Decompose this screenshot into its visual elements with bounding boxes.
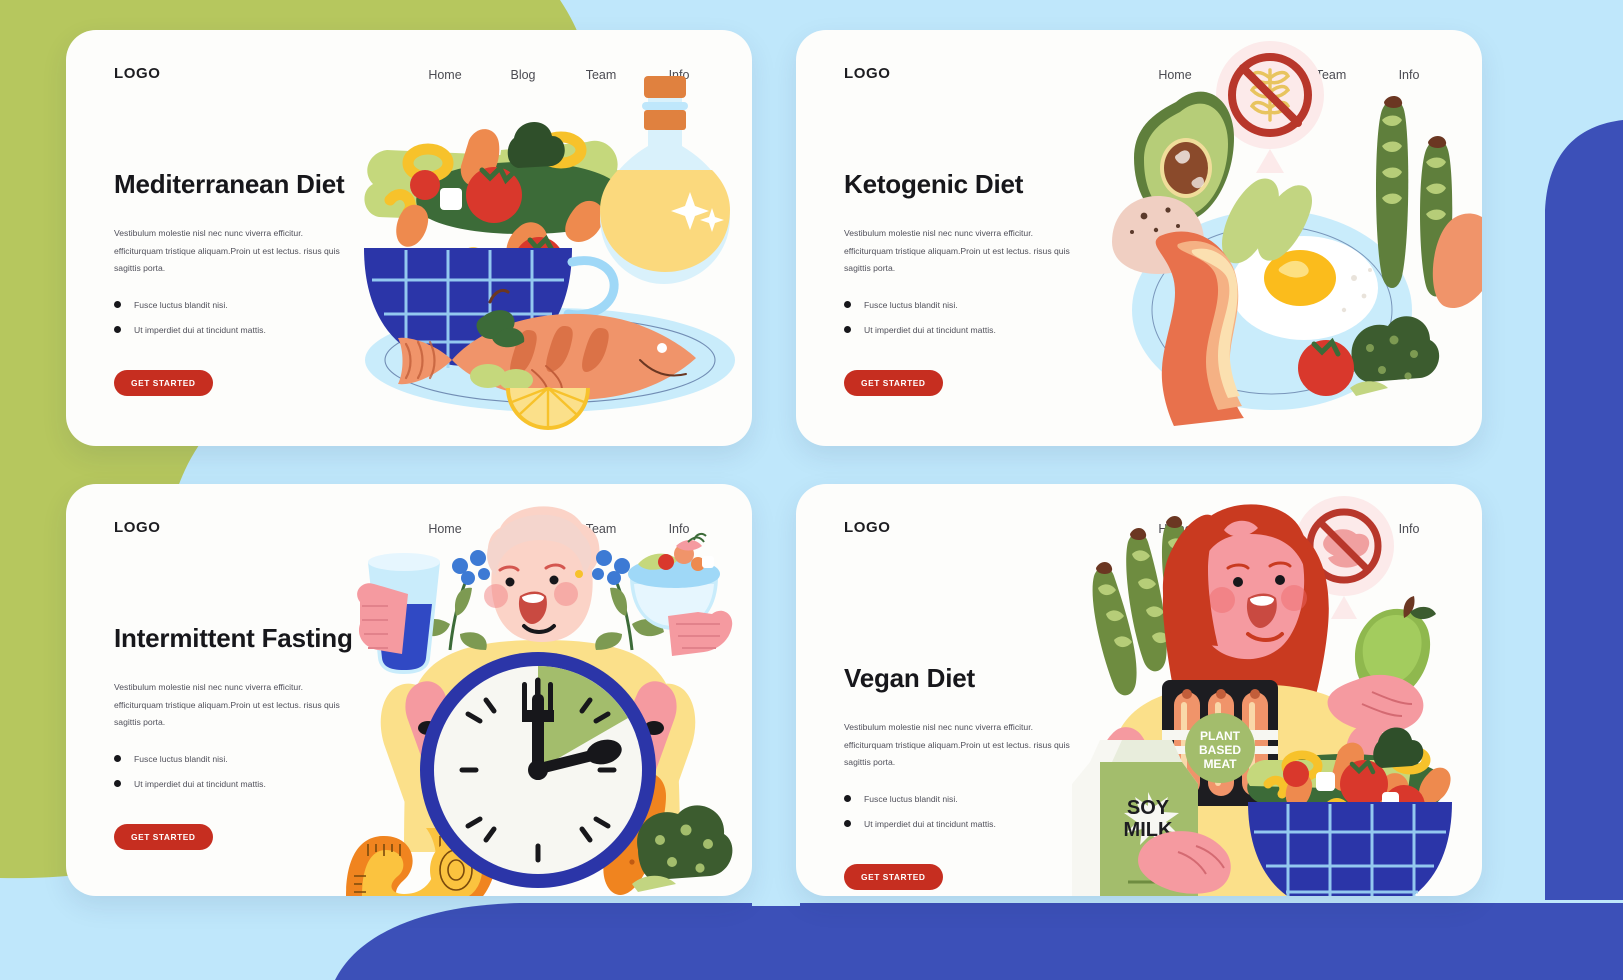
soy-milk-label-line1: SOY <box>1127 797 1170 819</box>
illustration-ketogenic <box>1112 41 1482 426</box>
list-item-label: Ut imperdiet dui at tincidunt mattis. <box>864 818 996 829</box>
list-item-label: Ut imperdiet dui at tincidunt mattis. <box>864 324 996 335</box>
broccoli <box>507 121 565 168</box>
description-text: Vestibulum molestie nisl nec nunc viverr… <box>844 228 1070 274</box>
card-vegan: LOGO Home Blog Team Info Vegan Diet Vest… <box>796 484 1482 896</box>
person-head <box>481 506 600 642</box>
clock <box>420 652 656 888</box>
bullet-dot-icon <box>844 326 851 334</box>
card-intermittent-fasting: LOGO Home Blog Team Info Intermittent Fa… <box>66 484 752 896</box>
illustration-mediterranean <box>364 76 735 430</box>
bullet-dot-icon <box>114 755 121 763</box>
list-item-label: Fusce luctus blandit nisi. <box>134 753 228 764</box>
card-mediterranean: LOGO Home Blog Team Info Mediterranean D… <box>66 30 752 446</box>
list-item-label: Ut imperdiet dui at tincidunt mattis. <box>134 778 266 789</box>
hand-right <box>668 610 733 656</box>
card-ketogenic: LOGO Home Blog Team Info Ketogenic Diet … <box>796 30 1482 446</box>
bullet-dot-icon <box>844 820 851 828</box>
bullet-dot-icon <box>114 301 121 309</box>
plant-meat-label-line3: MEAT <box>1203 757 1237 771</box>
illustration-intermittent-fasting <box>346 506 733 896</box>
logo[interactable]: LOGO <box>114 65 161 82</box>
cherry-tomato <box>1298 337 1354 396</box>
list-item-label: Ut imperdiet dui at tincidunt mattis. <box>134 324 266 335</box>
description-text: Vestibulum molestie nisl nec nunc viverr… <box>844 722 1070 768</box>
get-started-button[interactable]: GET STARTED <box>114 369 213 396</box>
olive-oil-bottle <box>600 76 730 284</box>
get-started-button[interactable]: GET STARTED <box>114 823 213 850</box>
lemon-slice <box>506 386 590 430</box>
bullet-dot-icon <box>114 326 121 334</box>
bullet-dot-icon <box>844 795 851 803</box>
bullet-dot-icon <box>844 301 851 309</box>
description-text: Vestibulum molestie nisl nec nunc viverr… <box>114 682 340 728</box>
blue-bottom-sweep <box>335 903 1623 980</box>
logo[interactable]: LOGO <box>114 519 161 536</box>
list-item-label: Fusce luctus blandit nisi. <box>864 299 958 310</box>
list-item-label: Fusce luctus blandit nisi. <box>864 793 958 804</box>
list-item-label: Fusce luctus blandit nisi. <box>134 299 228 310</box>
illustration-vegan: PLANT BASED MEAT SOY MILK <box>1072 496 1452 896</box>
plant-meat-label-line2: BASED <box>1199 743 1241 757</box>
description-text: Vestibulum molestie nisl nec nunc viverr… <box>114 228 340 274</box>
blue-blob <box>1545 120 1623 900</box>
clock-center-pin <box>528 760 548 780</box>
get-started-button[interactable]: GET STARTED <box>844 863 943 890</box>
hand-left <box>357 583 408 654</box>
logo[interactable]: LOGO <box>844 65 891 82</box>
bullet-dot-icon <box>114 780 121 788</box>
plant-meat-label-line1: PLANT <box>1200 729 1241 743</box>
logo[interactable]: LOGO <box>844 519 891 536</box>
white-notch <box>752 880 800 906</box>
get-started-button[interactable]: GET STARTED <box>844 369 943 396</box>
